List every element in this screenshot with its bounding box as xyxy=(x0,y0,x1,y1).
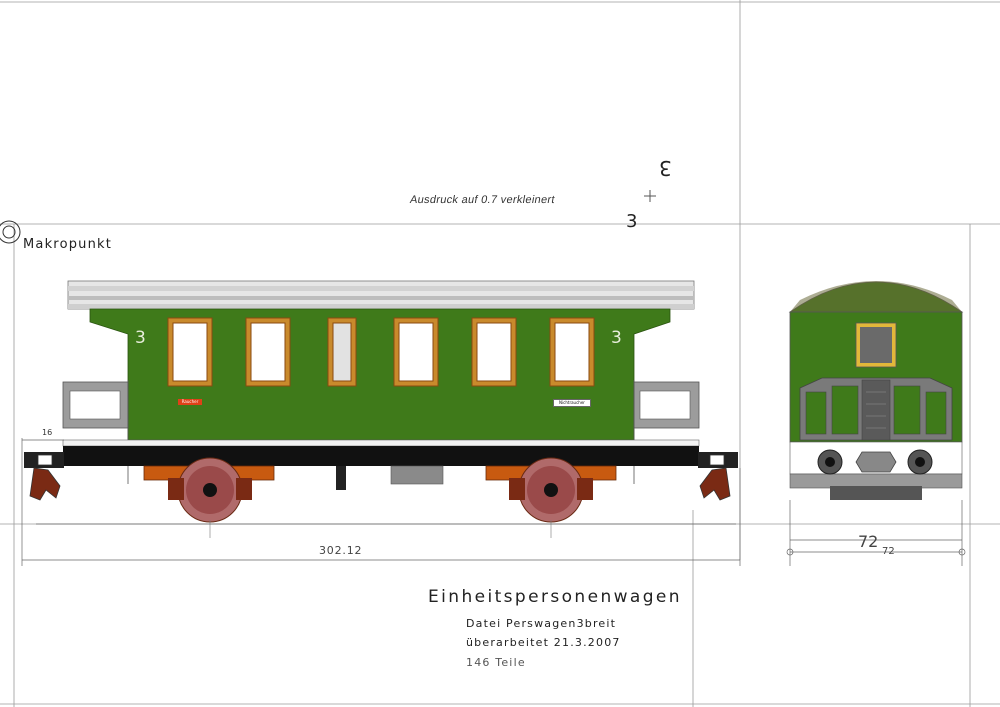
buffer-length-dimension: 16 xyxy=(42,428,53,437)
crosshair-marker xyxy=(644,190,656,202)
technical-drawing: Ausdruck auf 0.7 verkleinert Makropunkt … xyxy=(0,0,1000,707)
overall-length-dimension: 302.12 xyxy=(319,544,363,557)
non-smoker-sign: Nichtraucher xyxy=(553,399,591,407)
end-underframe xyxy=(789,441,963,500)
end-platform xyxy=(799,377,953,441)
parts-count-line: 146 Teile xyxy=(466,656,526,669)
smoker-sign: Raucher xyxy=(178,399,202,405)
print-scale-note: Ausdruck auf 0.7 verkleinert xyxy=(408,194,556,206)
bogie-left xyxy=(143,457,275,523)
macro-point-label: Makropunkt xyxy=(23,237,113,252)
end-view xyxy=(786,281,966,566)
class-number-right: 3 xyxy=(611,328,622,348)
end-width-dimension-small: 72 xyxy=(882,546,895,557)
revision-date-line: überarbeitet 21.3.2007 xyxy=(466,636,621,649)
bogie-right xyxy=(485,457,617,523)
marker-number-rotated: 3 xyxy=(659,156,672,180)
end-width-dimension-large: 72 xyxy=(858,532,879,551)
marker-number: 3 xyxy=(626,211,638,232)
file-name-line: Datei Perswagen3breit xyxy=(466,617,617,630)
drawing-title: Einheitspersonenwagen xyxy=(428,587,682,607)
class-number-left: 3 xyxy=(135,328,146,348)
side-roof xyxy=(67,280,695,310)
side-frame xyxy=(62,439,700,490)
side-view xyxy=(24,280,738,538)
